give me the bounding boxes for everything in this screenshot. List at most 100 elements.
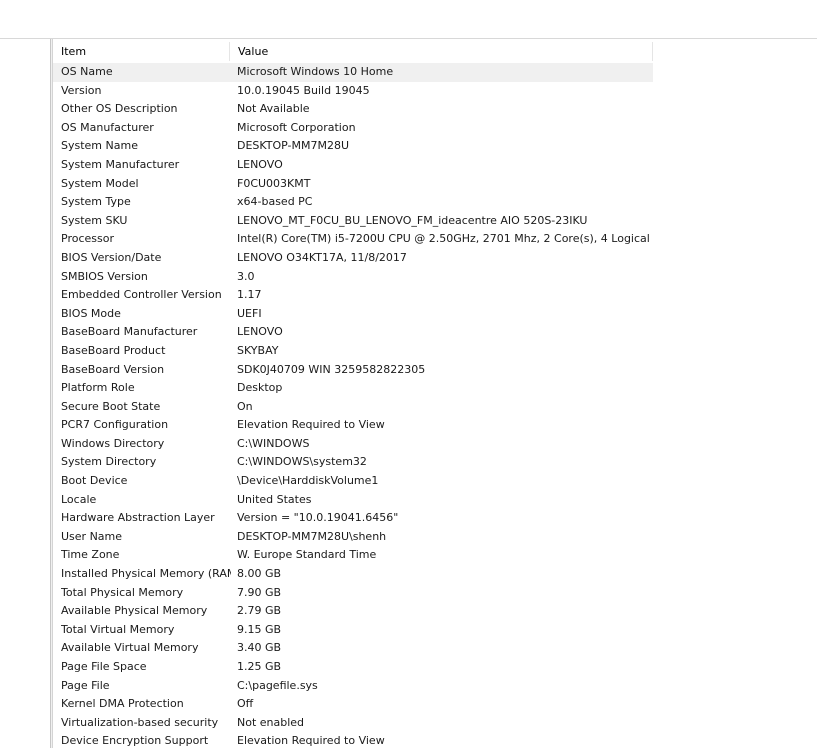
- list-row[interactable]: Page File C:\pagefile.sys: [53, 677, 653, 696]
- list-row[interactable]: Processor Intel(R) Core(TM) i5-7200U CPU …: [53, 230, 653, 249]
- row-value: C:\WINDOWS\system32: [237, 455, 367, 469]
- row-item-label: Time Zone: [61, 548, 120, 562]
- row-item-label: System Manufacturer: [61, 157, 180, 171]
- row-item-label: Virtualization-based security: [61, 715, 219, 729]
- row-value: 1.25 GB: [237, 660, 282, 673]
- row-value: 1.17: [237, 288, 262, 302]
- row-value: W. Europe Standard Time: [237, 548, 377, 562]
- list-row[interactable]: BaseBoard Product SKYBAY: [53, 342, 653, 361]
- list-row[interactable]: Other OS Description Not Available: [53, 100, 653, 119]
- row-item-label: Available Virtual Memory: [61, 641, 199, 655]
- list-row[interactable]: System Type x64-based PC: [53, 193, 653, 212]
- list-row[interactable]: Available Virtual Memory 3.40 GB: [53, 639, 653, 658]
- row-value: 2.79 GB: [237, 604, 282, 618]
- list-row[interactable]: Device Encryption Support Elevation Requi…: [53, 732, 653, 748]
- column-header-end-divider: [652, 42, 653, 61]
- list-row[interactable]: System Name DESKTOP-MM7M28U: [53, 137, 653, 156]
- list-row[interactable]: Time Zone W. Europe Standard Time: [53, 546, 653, 565]
- list-row[interactable]: System Manufacturer LENOVO: [53, 156, 653, 175]
- row-item-label: Page File: [61, 678, 110, 692]
- list-row[interactable]: Secure Boot State On: [53, 398, 653, 417]
- row-item-label: Kernel DMA Protection: [61, 697, 184, 711]
- row-value: LENOVO_MT_F0CU_BU_LENOVO_FM_ideacentre A…: [237, 213, 588, 227]
- list-row[interactable]: Boot Device \Device\HarddiskVolume1: [53, 472, 653, 491]
- row-value: DESKTOP-MM7M28U\shenh: [237, 529, 387, 543]
- category-tree-pane[interactable]: [0, 39, 50, 748]
- list-row[interactable]: System SKU LENOVO_MT_F0CU_BU_LENOVO_FM_id…: [53, 212, 653, 231]
- list-row[interactable]: User Name DESKTOP-MM7M28U\shenh: [53, 528, 653, 547]
- row-item-label: PCR7 Configuration: [61, 418, 169, 432]
- row-item-label: Hardware Abstraction Layer: [61, 511, 215, 525]
- row-value: SDK0J40709 WIN 3259582822305: [237, 362, 426, 376]
- row-value: Desktop: [237, 381, 283, 395]
- list-row[interactable]: Windows Directory C:\WINDOWS: [53, 435, 653, 454]
- row-item-label: Secure Boot State: [61, 399, 161, 413]
- row-item-label: Other OS Description: [61, 102, 178, 116]
- list-row[interactable]: Version 10.0.19045 Build 19045: [53, 82, 653, 101]
- row-value: \Device\HarddiskVolume1: [237, 474, 379, 488]
- row-item-label: System SKU: [61, 213, 128, 227]
- row-item-label: System Name: [61, 139, 138, 153]
- list-row[interactable]: Virtualization-based security Not enabled: [53, 714, 653, 733]
- list-header: Item Value: [53, 42, 653, 61]
- row-value: F0CU003KMT: [237, 176, 311, 190]
- row-item-label: Locale: [61, 492, 97, 506]
- list-row[interactable]: BIOS Mode UEFI: [53, 305, 653, 324]
- list-row[interactable]: Platform Role Desktop: [53, 379, 653, 398]
- list-row[interactable]: PCR7 Configuration Elevation Required to …: [53, 416, 653, 435]
- row-value: Elevation Required to View: [237, 418, 385, 432]
- list-row[interactable]: Available Physical Memory 2.79 GB: [53, 602, 653, 621]
- list-row[interactable]: System Directory C:\WINDOWS\system32: [53, 453, 653, 472]
- list-row[interactable]: OS Name Microsoft Windows 10 Home: [53, 63, 653, 82]
- row-item-label: Installed Physical Memory (RAM): [61, 567, 231, 581]
- row-value: 7.90 GB: [237, 585, 282, 599]
- list-row[interactable]: Embedded Controller Version 1.17: [53, 286, 653, 305]
- list-row[interactable]: Installed Physical Memory (RAM) 8.00 GB: [53, 565, 653, 584]
- row-value: Elevation Required to View: [237, 734, 385, 748]
- column-header-value[interactable]: Value: [229, 42, 653, 61]
- row-item-label: OS Manufacturer: [61, 120, 154, 134]
- row-value: DESKTOP-MM7M28U: [237, 139, 350, 153]
- row-value: LENOVO: [237, 157, 283, 171]
- row-item-label: Boot Device: [61, 474, 128, 488]
- row-value: 3.40 GB: [237, 641, 282, 655]
- list-row[interactable]: Kernel DMA Protection Off: [53, 695, 653, 714]
- column-header-item[interactable]: Item: [53, 42, 229, 61]
- row-item-label: BaseBoard Manufacturer: [61, 325, 198, 339]
- row-value: Version = "10.0.19041.6456": [237, 511, 399, 525]
- row-item-label: OS Name: [61, 65, 113, 78]
- row-value: On: [237, 399, 253, 413]
- row-item-label: Total Physical Memory: [61, 585, 184, 599]
- list-row[interactable]: BIOS Version/Date LENOVO O34KT17A, 11/8/2…: [53, 249, 653, 268]
- row-item-label: Windows Directory: [61, 436, 165, 450]
- row-value: Microsoft Corporation: [237, 120, 356, 134]
- row-item-label: BIOS Version/Date: [61, 250, 162, 264]
- list-row[interactable]: Total Virtual Memory 9.15 GB: [53, 621, 653, 640]
- row-value: UEFI: [237, 306, 262, 320]
- row-item-label: User Name: [61, 529, 123, 543]
- row-item-label: Page File Space: [61, 660, 147, 673]
- list-row[interactable]: Page File Space 1.25 GB: [53, 658, 653, 677]
- row-item-label: Total Virtual Memory: [61, 622, 175, 636]
- row-value: Not Available: [237, 102, 310, 116]
- row-value: Intel(R) Core(TM) i5-7200U CPU @ 2.50GHz…: [237, 232, 649, 246]
- system-summary-list[interactable]: Item Value OS Name Microsoft Windows 10 H…: [53, 39, 817, 748]
- list-row[interactable]: SMBIOS Version 3.0: [53, 268, 653, 287]
- list-row[interactable]: Total Physical Memory 7.90 GB: [53, 584, 653, 603]
- list-row[interactable]: System Model F0CU003KMT: [53, 175, 653, 194]
- row-item-label: BaseBoard Product: [61, 343, 166, 357]
- list-row[interactable]: OS Manufacturer Microsoft Corporation: [53, 119, 653, 138]
- row-item-label: System Type: [61, 195, 131, 209]
- row-value: LENOVO: [237, 325, 283, 339]
- row-item-label: Platform Role: [61, 381, 135, 395]
- system-information-window: Item Value OS Name Microsoft Windows 10 H…: [0, 0, 817, 748]
- row-value: United States: [237, 492, 312, 506]
- list-row[interactable]: Hardware Abstraction Layer Version = "10.…: [53, 509, 653, 528]
- list-row[interactable]: BaseBoard Version SDK0J40709 WIN 32595828…: [53, 361, 653, 380]
- row-value: LENOVO O34KT17A, 11/8/2017: [237, 250, 407, 264]
- row-item-label: Embedded Controller Version: [61, 288, 222, 302]
- row-value: 8.00 GB: [237, 567, 282, 581]
- list-row[interactable]: BaseBoard Manufacturer LENOVO: [53, 323, 653, 342]
- list-row[interactable]: Locale United States: [53, 491, 653, 510]
- row-value: Not enabled: [237, 715, 305, 729]
